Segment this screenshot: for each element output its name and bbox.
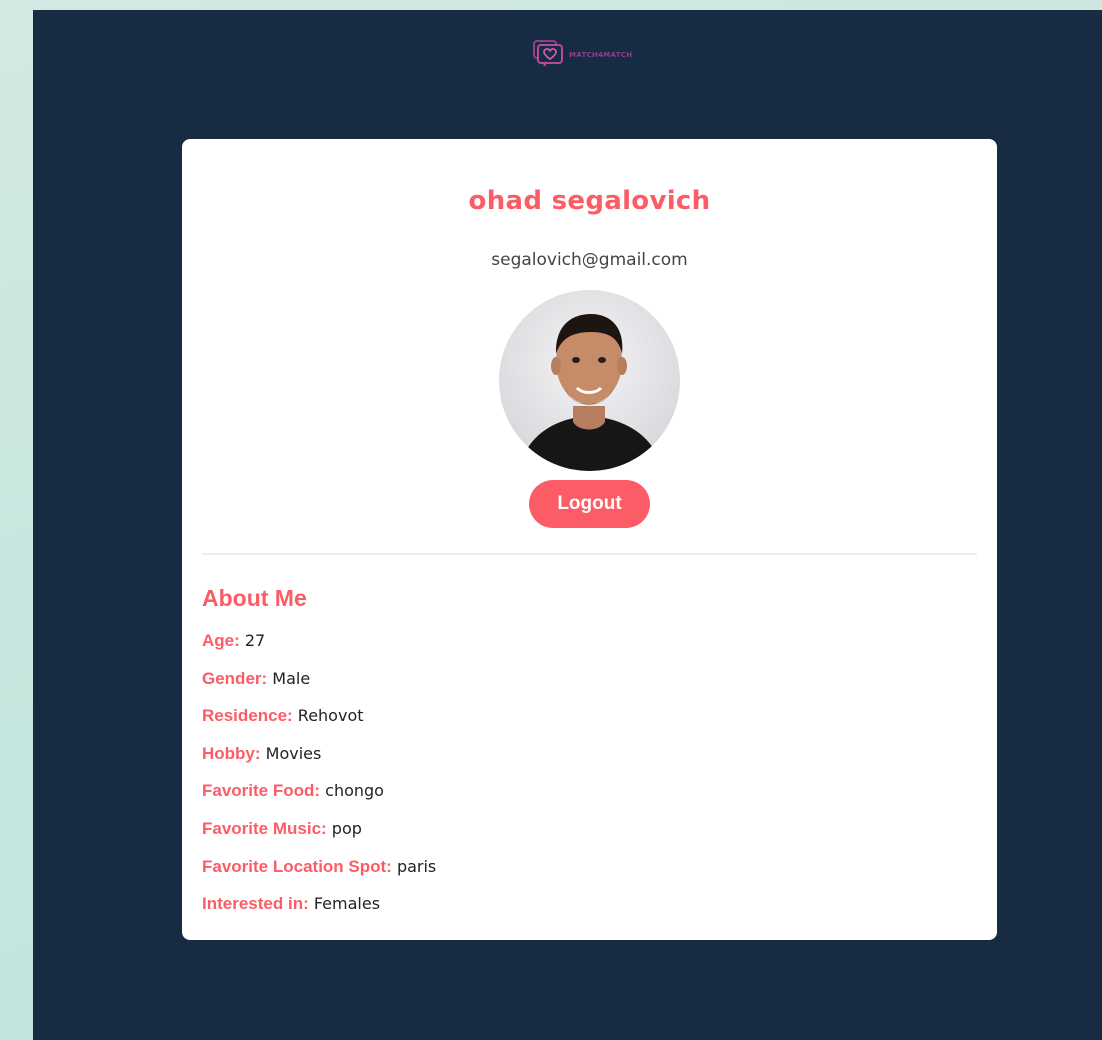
detail-label: Residence: — [202, 706, 293, 726]
brand-name: MATCH4MATCH — [569, 51, 633, 59]
detail-gender: Gender: Male — [202, 660, 436, 698]
detail-favorite-music: Favorite Music: pop — [202, 810, 436, 848]
heart-chat-icon — [531, 36, 565, 74]
detail-label: Interested in: — [202, 894, 309, 914]
detail-value: Rehovot — [297, 706, 364, 726]
detail-residence: Residence: Rehovot — [202, 697, 436, 735]
section-divider — [202, 553, 977, 555]
detail-label: Hobby: — [202, 743, 261, 763]
app-background: MATCH4MATCH ohad segalovich segalovich@g… — [33, 10, 1102, 1040]
profile-name: ohad segalovich — [468, 186, 711, 216]
detail-label: Age: — [202, 631, 240, 650]
detail-value: Movies — [265, 743, 322, 763]
profile-card: ohad segalovich segalovich@gmail.com Log… — [182, 139, 997, 940]
profile-email: segalovich@gmail.com — [491, 250, 688, 270]
detail-favorite-food: Favorite Food: chongo — [202, 772, 436, 810]
detail-value: pop — [331, 818, 362, 838]
detail-value: paris — [396, 856, 437, 876]
detail-value: 27 — [244, 631, 266, 650]
detail-value: chongo — [325, 781, 384, 801]
detail-label: Favorite Location Spot: — [202, 856, 392, 876]
detail-age: Age: 27 — [202, 622, 436, 660]
logout-button[interactable]: Logout — [529, 480, 650, 528]
about-me-heading: About Me — [202, 585, 307, 611]
avatar — [499, 290, 680, 471]
detail-label: Favorite Food: — [202, 781, 321, 801]
brand-logo[interactable]: MATCH4MATCH — [531, 36, 632, 74]
detail-label: Gender: — [202, 668, 268, 688]
detail-label: Favorite Music: — [202, 818, 327, 838]
profile-details-list: Age: 27 Gender: Male Residence: Rehovot … — [202, 622, 436, 923]
detail-hobby: Hobby: Movies — [202, 735, 436, 773]
detail-value: Females — [313, 894, 381, 914]
detail-value: Male — [272, 668, 311, 688]
detail-interested-in: Interested in: Females — [202, 885, 436, 923]
detail-favorite-location: Favorite Location Spot: paris — [202, 848, 436, 886]
